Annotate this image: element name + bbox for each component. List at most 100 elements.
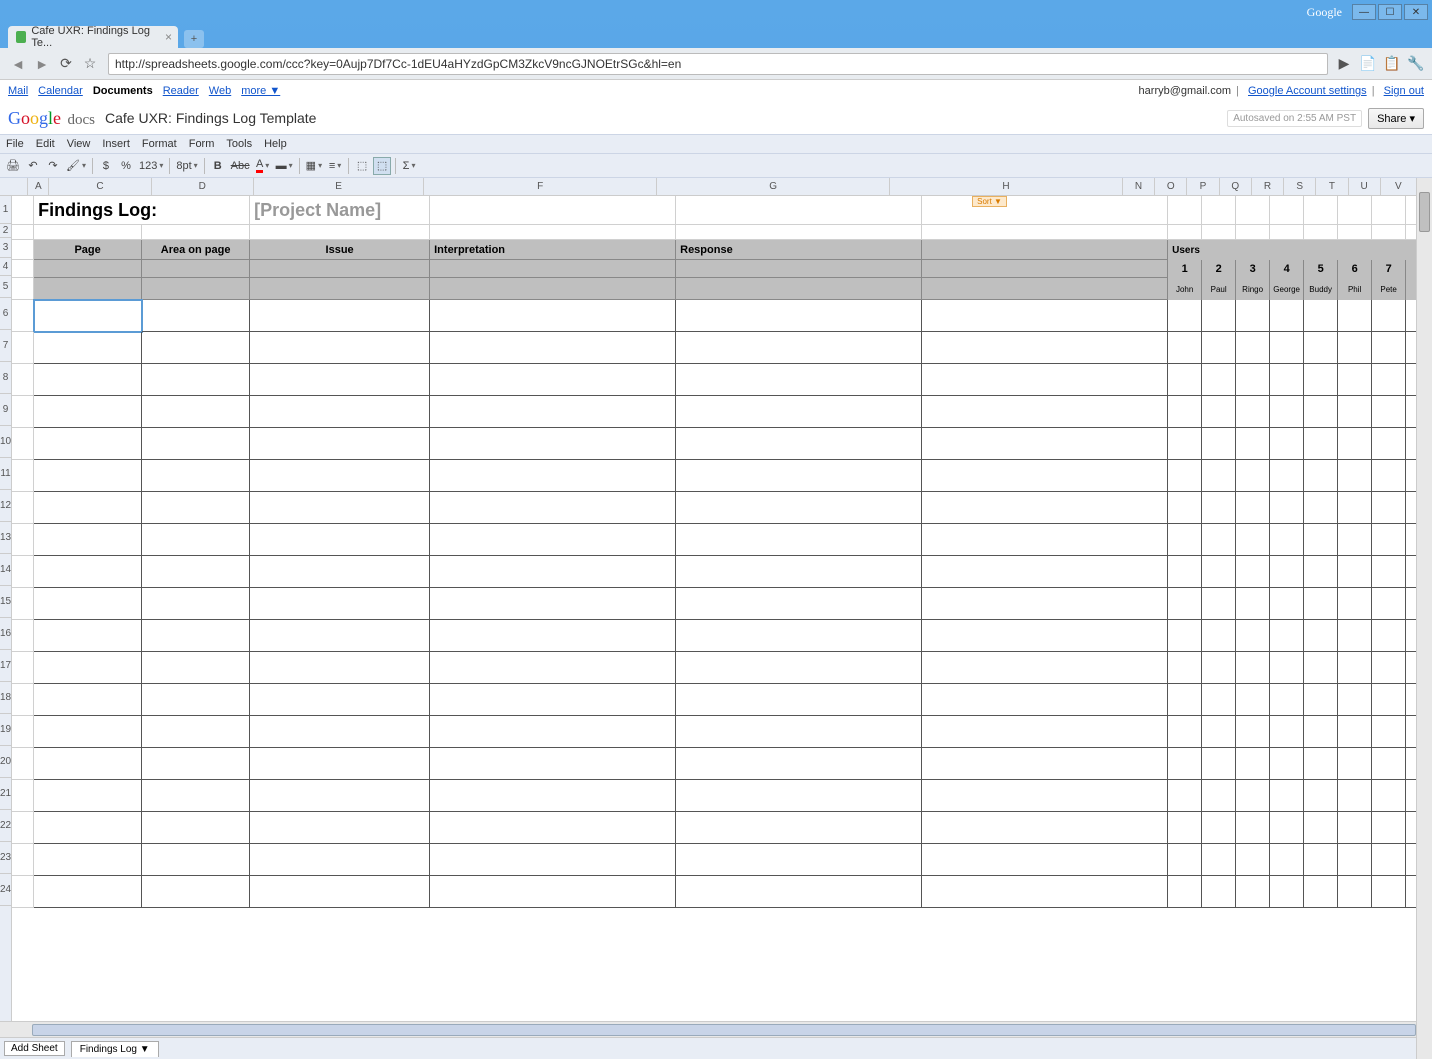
cell[interactable] [430, 780, 676, 812]
cell[interactable] [922, 620, 1168, 652]
cell[interactable] [1202, 780, 1236, 812]
cell[interactable] [676, 748, 922, 780]
row-header[interactable]: 3 [0, 238, 11, 258]
redo-button[interactable]: ↷ [44, 157, 62, 175]
cell[interactable] [250, 588, 430, 620]
cell[interactable] [1304, 556, 1338, 588]
page-action-icon[interactable]: 📋 [1382, 54, 1402, 74]
row-header[interactable]: 7 [0, 330, 11, 362]
nav-more[interactable]: more ▼ [241, 85, 280, 97]
cell[interactable] [1168, 780, 1202, 812]
cell[interactable] [250, 620, 430, 652]
cell[interactable] [142, 748, 250, 780]
cell[interactable] [430, 428, 676, 460]
cell[interactable] [142, 844, 250, 876]
cell[interactable] [1304, 460, 1338, 492]
row-header[interactable]: 22 [0, 810, 11, 842]
cell[interactable] [430, 524, 676, 556]
cell[interactable] [1270, 844, 1304, 876]
cell[interactable] [142, 556, 250, 588]
cell[interactable] [1338, 620, 1372, 652]
nav-calendar[interactable]: Calendar [38, 85, 83, 97]
menu-help[interactable]: Help [264, 138, 287, 150]
cell[interactable] [430, 492, 676, 524]
cell[interactable] [1168, 396, 1202, 428]
user-name[interactable]: Pete [1372, 278, 1406, 300]
menu-tools[interactable]: Tools [226, 138, 252, 150]
cell[interactable] [12, 684, 34, 716]
cell[interactable] [676, 588, 922, 620]
cell[interactable] [1304, 524, 1338, 556]
cell[interactable] [922, 684, 1168, 716]
forward-button[interactable]: ► [31, 53, 53, 75]
cell[interactable] [1372, 588, 1406, 620]
cell[interactable] [34, 396, 142, 428]
cell[interactable] [1236, 812, 1270, 844]
cell[interactable] [250, 684, 430, 716]
menu-edit[interactable]: Edit [36, 138, 55, 150]
nav-web[interactable]: Web [209, 85, 231, 97]
reload-button[interactable]: ⟳ [55, 53, 77, 75]
cell[interactable] [1202, 748, 1236, 780]
cell[interactable] [1338, 844, 1372, 876]
row-header[interactable]: 15 [0, 586, 11, 618]
cell[interactable] [142, 780, 250, 812]
cell[interactable] [34, 332, 142, 364]
formula-button[interactable]: Σ [400, 157, 418, 175]
cell[interactable] [1372, 748, 1406, 780]
sheet-tab[interactable]: Findings Log ▼ [71, 1041, 159, 1057]
cell[interactable] [1168, 300, 1202, 332]
cell[interactable] [250, 556, 430, 588]
cell[interactable] [142, 620, 250, 652]
cell[interactable] [34, 588, 142, 620]
col-header[interactable]: E [254, 178, 424, 195]
row-header[interactable]: 8 [0, 362, 11, 394]
document-title[interactable]: Cafe UXR: Findings Log Template [105, 110, 316, 126]
cell[interactable] [12, 428, 34, 460]
cell[interactable] [1270, 780, 1304, 812]
cell[interactable] [12, 300, 34, 332]
tab-close-icon[interactable]: × [165, 30, 172, 44]
cell[interactable] [1236, 300, 1270, 332]
cell[interactable] [12, 652, 34, 684]
col-header[interactable]: F [424, 178, 657, 195]
cell[interactable] [34, 556, 142, 588]
header-users[interactable]: Users [1168, 240, 1432, 260]
menu-file[interactable]: File [6, 138, 24, 150]
cell[interactable] [676, 684, 922, 716]
cell[interactable] [1270, 556, 1304, 588]
cell[interactable] [1338, 812, 1372, 844]
cell[interactable] [1168, 684, 1202, 716]
menu-form[interactable]: Form [189, 138, 215, 150]
cell[interactable] [142, 716, 250, 748]
merge-button[interactable]: ⬚ [353, 157, 371, 175]
back-button[interactable]: ◄ [7, 53, 29, 75]
cell[interactable] [34, 684, 142, 716]
cell[interactable] [250, 364, 430, 396]
menu-view[interactable]: View [67, 138, 91, 150]
cell[interactable] [1168, 812, 1202, 844]
cell-grid[interactable]: Sort ▼ Findings Log: [Project Name] [12, 196, 1432, 1021]
cell[interactable] [142, 876, 250, 908]
cell[interactable] [12, 332, 34, 364]
add-sheet-button[interactable]: Add Sheet [4, 1041, 65, 1056]
cell[interactable] [922, 716, 1168, 748]
number-format-button[interactable]: 123 [137, 157, 165, 175]
cell[interactable] [1372, 620, 1406, 652]
cell[interactable] [1372, 300, 1406, 332]
cell[interactable] [1202, 364, 1236, 396]
cell[interactable] [12, 620, 34, 652]
cell[interactable] [1304, 844, 1338, 876]
sort-indicator[interactable]: Sort ▼ [972, 196, 1007, 207]
cell[interactable] [34, 812, 142, 844]
user-number[interactable]: 6 [1338, 260, 1372, 278]
cell[interactable] [34, 364, 142, 396]
cell[interactable] [142, 300, 250, 332]
cell[interactable] [12, 364, 34, 396]
cell[interactable] [1168, 748, 1202, 780]
cell[interactable] [676, 652, 922, 684]
cell[interactable] [1372, 556, 1406, 588]
cell[interactable] [1270, 684, 1304, 716]
cell[interactable] [1270, 620, 1304, 652]
new-tab-button[interactable]: + [184, 30, 204, 48]
